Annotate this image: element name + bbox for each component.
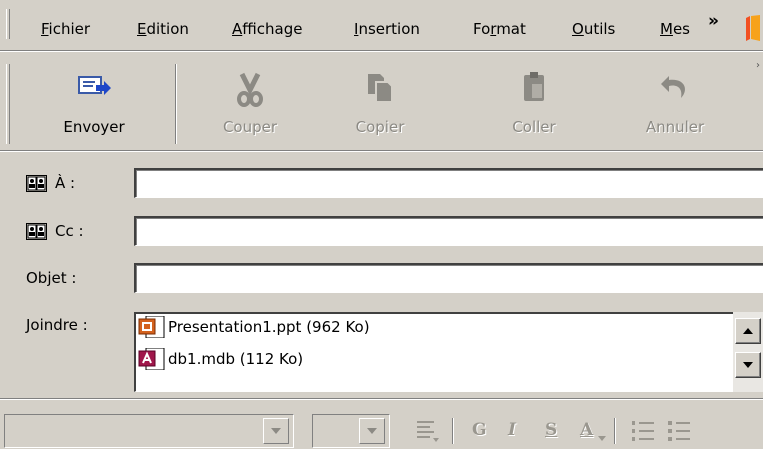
- menu-bar-grip[interactable]: [6, 9, 10, 39]
- attachment-item[interactable]: Presentation1.ppt (962 Ko): [138, 316, 370, 338]
- chevron-down-icon: [598, 436, 606, 441]
- address-book-icon: [26, 174, 47, 192]
- cc-field-label[interactable]: Cc :: [26, 222, 84, 240]
- to-input[interactable]: [134, 168, 763, 198]
- chevron-down-icon: [367, 428, 377, 434]
- attachments-list[interactable]: Presentation1.ppt (962 Ko) db1.mdb (112 …: [134, 312, 763, 392]
- attachment-name: Presentation1.ppt (962 Ko): [168, 318, 370, 336]
- chevron-down-icon: [271, 428, 281, 434]
- scroll-up-button[interactable]: [735, 318, 761, 344]
- to-field-label[interactable]: À :: [26, 174, 75, 192]
- undo-arrow-icon: [661, 76, 685, 98]
- paste-label: Coller: [512, 118, 556, 136]
- cut-button[interactable]: Couper: [200, 54, 300, 148]
- subject-input[interactable]: [134, 263, 763, 293]
- arrow-up-icon: [743, 328, 753, 334]
- toolbar-divider: [175, 64, 177, 144]
- cc-row: Cc :: [0, 216, 763, 248]
- cc-label-text: Cc :: [55, 222, 84, 240]
- attachment-item[interactable]: db1.mdb (112 Ko): [138, 348, 303, 370]
- windows-logo-icon: [746, 15, 760, 41]
- undo-label: Annuler: [645, 118, 705, 136]
- italic-button[interactable]: I: [508, 420, 516, 440]
- copy-icon: [368, 74, 393, 103]
- attachment-name: db1.mdb (112 Ko): [168, 350, 304, 368]
- send-envelope-icon: [78, 76, 111, 95]
- menu-outils[interactable]: Outils: [572, 20, 615, 38]
- to-label-text: À :: [55, 174, 76, 192]
- cut-label: Couper: [222, 118, 278, 136]
- paste-clipboard-icon: [524, 72, 544, 101]
- format-toolbar: G I S A: [0, 404, 763, 449]
- address-book-icon: [26, 222, 47, 240]
- menu-insertion[interactable]: Insertion: [354, 20, 420, 38]
- bold-button[interactable]: G: [472, 420, 487, 440]
- to-row: À :: [0, 168, 763, 200]
- menu-affichage[interactable]: Affichage: [232, 20, 302, 38]
- menu-edition[interactable]: Edition: [137, 20, 189, 38]
- attachments-scrollbar[interactable]: [733, 312, 763, 392]
- copy-button[interactable]: Copier: [330, 54, 430, 148]
- paragraph-style-icon[interactable]: [414, 418, 440, 444]
- access-file-icon: [138, 348, 165, 370]
- format-divider: [614, 418, 616, 444]
- copy-label: Copier: [355, 118, 405, 136]
- toolbar-overflow-icon[interactable]: ›: [756, 60, 760, 71]
- send-button[interactable]: Envoyer: [44, 54, 144, 148]
- powerpoint-file-icon: [138, 316, 165, 338]
- numbered-list-icon[interactable]: [630, 418, 656, 444]
- cc-input[interactable]: [134, 216, 763, 246]
- standard-toolbar: Envoyer Couper Copier Coller Annuler ›: [0, 54, 763, 148]
- subject-row: Objet :: [0, 263, 763, 295]
- font-color-button[interactable]: A: [580, 420, 593, 440]
- toolbar-grip[interactable]: [6, 64, 10, 144]
- menu-bar: Fichier Edition Affichage Insertion Form…: [0, 0, 763, 50]
- menu-separator: [0, 50, 763, 52]
- format-separator: [0, 398, 763, 400]
- toolbar-separator: [0, 150, 763, 152]
- paste-button[interactable]: Coller: [484, 54, 584, 148]
- arrow-down-icon: [743, 362, 753, 368]
- attach-label: Joindre :: [26, 316, 88, 334]
- font-name-dropdown-button[interactable]: [263, 418, 289, 444]
- subject-label: Objet :: [26, 269, 77, 287]
- underline-button[interactable]: S: [545, 420, 557, 440]
- font-size-dropdown-button[interactable]: [359, 418, 385, 444]
- scroll-down-button[interactable]: [735, 352, 761, 378]
- menu-format[interactable]: Format: [473, 20, 526, 38]
- undo-button[interactable]: Annuler: [625, 54, 725, 148]
- font-name-combo[interactable]: [4, 414, 294, 448]
- menu-messages[interactable]: Mes: [660, 20, 690, 38]
- scissors-icon: [237, 72, 263, 107]
- font-size-combo[interactable]: [312, 414, 390, 448]
- send-label: Envoyer: [63, 118, 125, 136]
- menu-fichier[interactable]: Fichier: [41, 20, 90, 38]
- menu-overflow-chevron[interactable]: »: [708, 11, 719, 31]
- format-divider: [452, 418, 454, 444]
- bulleted-list-icon[interactable]: [666, 418, 692, 444]
